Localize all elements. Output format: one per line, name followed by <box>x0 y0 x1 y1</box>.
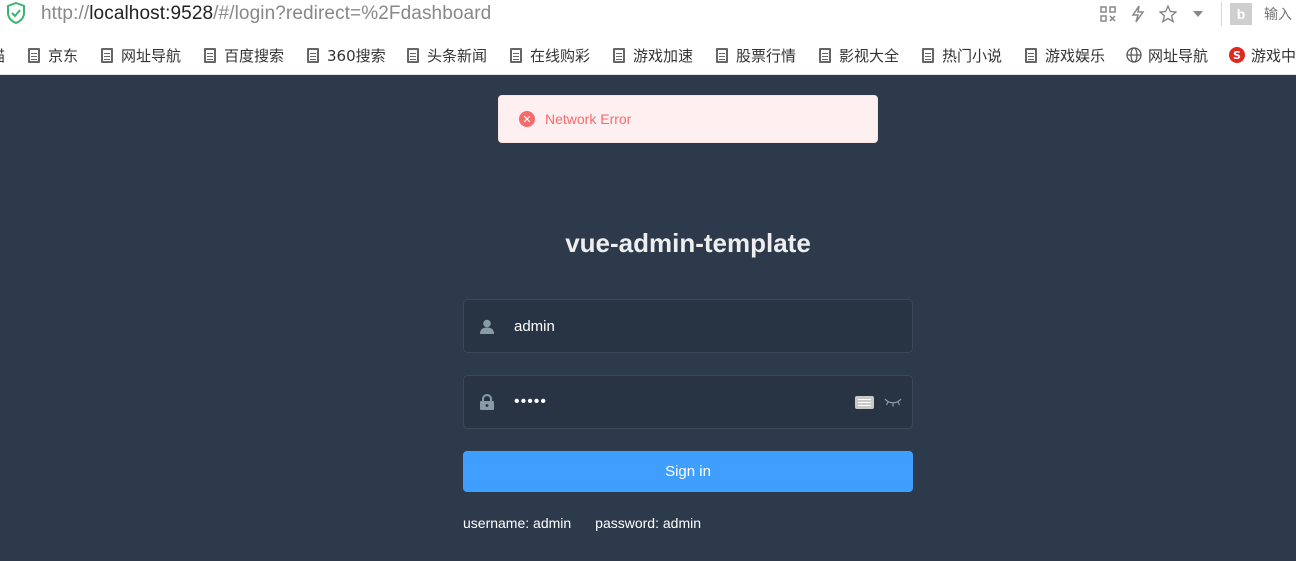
bing-icon[interactable]: b <box>1230 3 1252 25</box>
doc-icon <box>204 47 216 63</box>
secure-shield-icon <box>7 2 25 24</box>
url-field[interactable]: http://localhost:9528/#/login?redirect=%… <box>41 3 491 25</box>
password-tip: password: admin <box>595 515 701 531</box>
close-circle-icon: ✕ <box>519 111 535 127</box>
page-title: vue-admin-template <box>565 228 811 258</box>
red-logo-icon: S <box>1229 47 1245 63</box>
bookmark-item[interactable]: 游戏娱乐 <box>1025 45 1105 65</box>
bookmark-item[interactable]: 股票行情 <box>716 45 796 65</box>
bookmark-item[interactable]: 网址导航 <box>1126 45 1208 65</box>
doc-icon <box>922 47 934 63</box>
bookmark-item[interactable]: 游戏加速 <box>613 45 693 65</box>
password-input[interactable]: ••••• <box>510 393 855 411</box>
username-input[interactable]: admin <box>510 318 912 335</box>
qr-code-icon[interactable] <box>1093 1 1123 27</box>
user-icon <box>480 319 494 334</box>
bookmark-item[interactable]: 百度搜索 <box>204 45 284 65</box>
doc-icon <box>819 47 831 63</box>
doc-icon <box>1025 47 1037 63</box>
doc-icon <box>510 47 522 63</box>
doc-icon <box>307 47 319 63</box>
search-input[interactable]: 输入 <box>1264 4 1296 24</box>
error-message: ✕ Network Error <box>498 95 878 143</box>
doc-icon <box>716 47 728 63</box>
sign-in-button[interactable]: Sign in <box>463 451 913 492</box>
eye-closed-icon[interactable] <box>884 397 902 407</box>
lock-icon <box>480 394 494 410</box>
bookmark-item[interactable]: 在线购彩 <box>510 45 590 65</box>
doc-icon <box>101 47 113 63</box>
bookmark-item[interactable]: 头条新闻 <box>407 45 487 65</box>
keyboard-icon[interactable] <box>855 395 874 409</box>
lightning-icon[interactable] <box>1123 1 1153 27</box>
password-field[interactable]: ••••• <box>463 375 913 429</box>
bookmark-item[interactable]: 热门小说 <box>922 45 1002 65</box>
bookmarks-bar: 猫 京东 网址导航 百度搜索 360搜索 头条新闻 在线购彩 游戏加速 股票行情… <box>0 33 1296 75</box>
bookmark-item[interactable]: 猫 <box>0 45 5 65</box>
divider <box>1221 2 1222 26</box>
username-field[interactable]: admin <box>463 299 913 353</box>
doc-icon <box>407 47 419 63</box>
chevron-down-icon[interactable] <box>1183 1 1213 27</box>
doc-icon <box>613 47 625 63</box>
bookmark-item[interactable]: S 游戏中 <box>1229 45 1296 65</box>
bookmark-item[interactable]: 网址导航 <box>101 45 181 65</box>
login-tips: username: admin password: admin <box>463 515 701 531</box>
globe-icon <box>1126 47 1142 63</box>
message-text: Network Error <box>545 111 632 127</box>
bookmark-item[interactable]: 360搜索 <box>307 45 386 65</box>
doc-icon <box>28 47 40 63</box>
star-icon[interactable] <box>1153 1 1183 27</box>
bookmark-item[interactable]: 影视大全 <box>819 45 899 65</box>
username-tip: username: admin <box>463 515 572 531</box>
browser-address-bar: http://localhost:9528/#/login?redirect=%… <box>0 0 1296 33</box>
bookmark-item[interactable]: 京东 <box>28 45 78 65</box>
